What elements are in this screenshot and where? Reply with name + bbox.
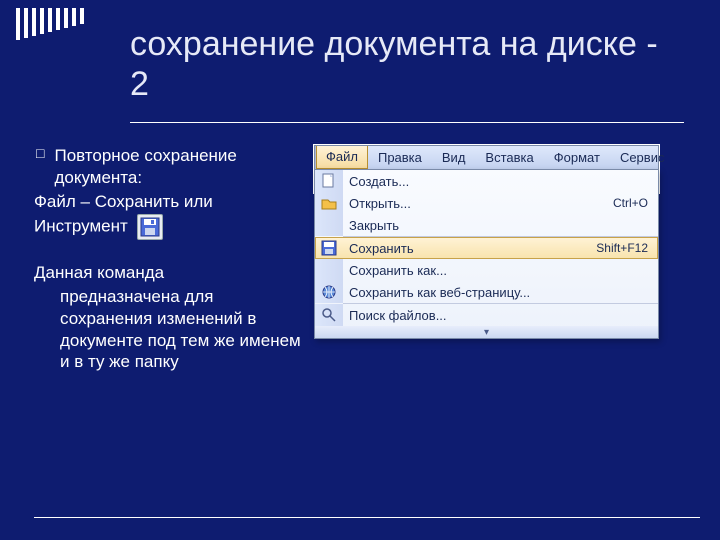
title-area: сохранение документа на диске - 2 (130, 24, 684, 123)
open-icon (315, 192, 343, 214)
menu-tools[interactable]: Сервис (610, 146, 675, 169)
saveweb-icon (315, 281, 343, 303)
menu-item-label: Сохранить как... (349, 263, 648, 278)
right-screenshot-column: Файл Правка Вид Вставка Формат Сервис Со… (314, 145, 700, 477)
menu-item-label: Сохранить (349, 241, 596, 256)
file-menu-dropdown: Создать... Открыть...Ctrl+O Закрыть Сохрани… (314, 169, 659, 339)
bullet-text: Повторное сохранение документа: (54, 145, 302, 189)
line-instrument: Инструмент (34, 214, 302, 240)
menu-item-shortcut: Ctrl+O (613, 196, 648, 210)
blank-icon (315, 214, 343, 236)
menu-item-label: Поиск файлов... (349, 308, 648, 323)
paragraph2-rest: предназначена для сохранения изменений в… (34, 286, 302, 373)
bullet-icon: □ (36, 145, 44, 189)
menu-item-shortcut: Shift+F12 (596, 241, 648, 255)
search-icon (315, 304, 343, 326)
new-icon (315, 170, 343, 192)
menu-file[interactable]: Файл (316, 146, 368, 169)
menu-insert[interactable]: Вставка (475, 146, 543, 169)
slide-title: сохранение документа на диске - 2 (130, 24, 684, 104)
menu-bar: Файл Правка Вид Вставка Формат Сервис (315, 146, 658, 170)
menu-edit[interactable]: Правка (368, 146, 432, 169)
content-area: □ Повторное сохранение документа: Файл –… (34, 145, 700, 518)
menu-item-search[interactable]: Поиск файлов... (315, 304, 658, 326)
blank-icon (315, 259, 343, 281)
menu-view[interactable]: Вид (432, 146, 476, 169)
menu-item-saveweb[interactable]: Сохранить как веб-страницу... (315, 281, 658, 303)
decorative-bars (16, 8, 84, 40)
menu-expand-chevron[interactable]: ▾ (315, 326, 658, 338)
menu-item-label: Закрыть (349, 218, 648, 233)
menu-format[interactable]: Формат (544, 146, 610, 169)
menu-item-label: Сохранить как веб-страницу... (349, 285, 648, 300)
menu-item-save[interactable]: СохранитьShift+F12 (315, 237, 658, 259)
save-icon (315, 237, 343, 259)
app-window-wrap: Файл Правка Вид Вставка Формат Сервис Со… (314, 145, 700, 193)
left-text-column: □ Повторное сохранение документа: Файл –… (34, 145, 302, 477)
menu-item-new[interactable]: Создать... (315, 170, 658, 192)
menu-item-label: Создать... (349, 174, 648, 189)
menu-item-item5[interactable]: Сохранить как... (315, 259, 658, 281)
save-disk-icon (137, 214, 163, 240)
paragraph2-line1: Данная команда (34, 262, 302, 284)
menu-item-item2[interactable]: Закрыть (315, 214, 658, 236)
line-file-save: Файл – Сохранить или (34, 191, 302, 213)
menu-item-open[interactable]: Открыть...Ctrl+O (315, 192, 658, 214)
menu-item-label: Открыть... (349, 196, 613, 211)
